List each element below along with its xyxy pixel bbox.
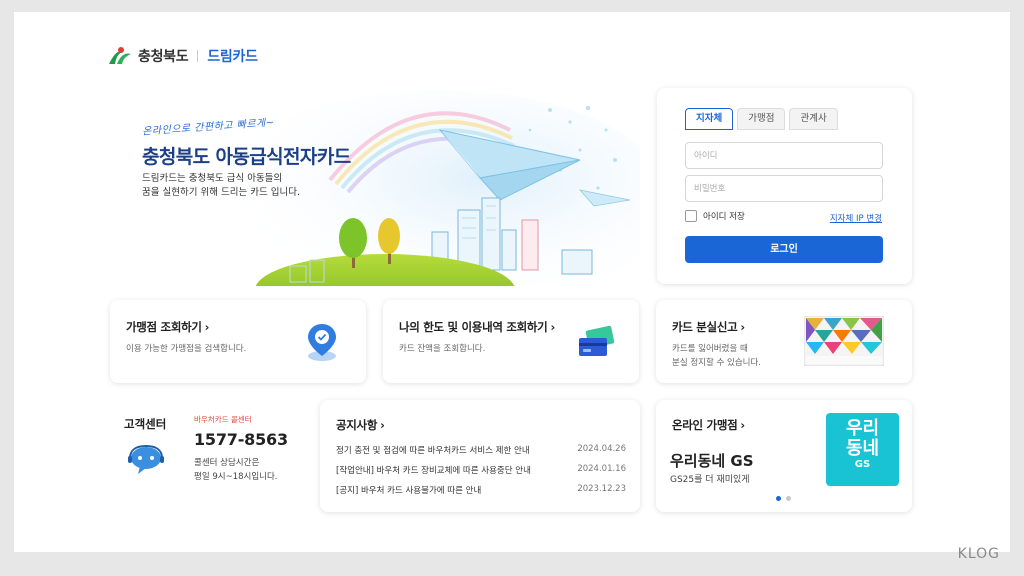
chevron-right-icon: › xyxy=(740,418,745,432)
card-title: 가맹점 조회하기 › xyxy=(126,320,210,334)
call-center-phone[interactable]: 1577-8563 xyxy=(194,430,288,449)
chevron-right-icon: › xyxy=(740,320,745,334)
login-panel: 지자체 가맹점 관계사 아이디 저장 지자체 IP 변경 로그인 xyxy=(657,88,912,284)
notice-item[interactable]: 정기 충전 및 점검에 따른 바우처카드 서비스 제한 안내 2024.04.2… xyxy=(336,444,626,456)
logo-divider xyxy=(197,50,199,62)
notice-item[interactable]: [작업안내] 바우처 카드 장비교체에 따른 사용중단 안내 2024.01.1… xyxy=(336,464,626,476)
change-ip-link[interactable]: 지자체 IP 변경 xyxy=(830,212,882,224)
notice-date: 2023.12.23 xyxy=(577,484,626,494)
notice-date: 2024.01.16 xyxy=(577,464,626,474)
carousel-dots xyxy=(776,496,791,501)
login-tabs: 지자체 가맹점 관계사 xyxy=(685,108,838,130)
card-description: 카드 잔액을 조회합니다. xyxy=(399,344,486,354)
dream-card-image xyxy=(804,316,884,366)
tab-merchant[interactable]: 가맹점 xyxy=(737,108,786,130)
call-center-label: 바우처카드 콜센터 xyxy=(194,415,252,424)
hero-banner: 온라인으로 간편하고 빠르게~ 충청북도 아동급식전자카드 드림카드는 충청북도… xyxy=(110,90,640,286)
login-button[interactable]: 로그인 xyxy=(685,236,883,263)
watermark: KLOG xyxy=(957,546,1000,562)
online-store-card[interactable]: 온라인 가맹점 › 우리동네 GS GS25를 더 재미있게 우리 동네 GS xyxy=(656,400,912,512)
online-store-desc: GS25를 더 재미있게 xyxy=(670,475,750,485)
card-description: 카드를 잃어버렸을 때 분실 정지할 수 있습니다. xyxy=(672,344,762,368)
hero-desc-line: 드림카드는 충청북도 급식 아동들의 xyxy=(142,173,283,184)
hero-description: 드림카드는 충청북도 급식 아동들의 꿈을 실현하기 위해 드리는 카드 입니다… xyxy=(142,172,362,200)
tab-affiliate[interactable]: 관계사 xyxy=(789,108,838,130)
location-pin-icon xyxy=(308,324,336,361)
chevron-right-icon: › xyxy=(204,320,210,334)
password-input[interactable] xyxy=(685,175,883,202)
carousel-dot[interactable] xyxy=(786,496,791,501)
brand-name: 드림카드 xyxy=(207,49,258,65)
site-logo[interactable]: 충청북도 드림카드 xyxy=(108,46,258,66)
gs-logo-badge: 우리 동네 GS xyxy=(826,413,899,486)
notice-date: 2024.04.26 xyxy=(577,444,626,454)
customer-center-title: 고객센터 xyxy=(124,417,167,431)
hero-desc-line: 꿈을 실현하기 위해 드리는 카드 입니다. xyxy=(142,187,300,198)
call-center-hours: 콜센터 상담시간은 평일 9시~18시입니다. xyxy=(194,458,278,482)
tab-local-gov[interactable]: 지자체 xyxy=(685,108,734,130)
lost-card-report-card[interactable]: 카드 분실신고 › 카드를 잃어버렸을 때 분실 정지할 수 있습니다. xyxy=(656,300,912,383)
chevron-right-icon: › xyxy=(550,320,555,334)
store-search-card[interactable]: 가맹점 조회하기 › 이용 가능한 가맹점을 검색합니다. xyxy=(110,300,366,383)
card-description: 이용 가능한 가맹점을 검색합니다. xyxy=(126,344,247,354)
hero-title: 충청북도 아동급식전자카드 xyxy=(142,146,351,168)
region-name: 충청북도 xyxy=(138,49,189,65)
remember-id-label: 아이디 저장 xyxy=(703,212,745,222)
chat-bubble-icon xyxy=(128,444,164,474)
id-input[interactable] xyxy=(685,142,883,169)
chevron-right-icon: › xyxy=(380,418,385,432)
chungbuk-logo-icon xyxy=(109,47,131,64)
online-store-name: 우리동네 GS xyxy=(670,452,754,470)
card-title: 나의 한도 및 이용내역 조회하기 › xyxy=(399,320,555,334)
notice-item[interactable]: [공지] 바우처 카드 사용불가에 따른 안내 2023.12.23 xyxy=(336,484,626,496)
notice-text[interactable]: 정기 충전 및 점검에 따른 바우처카드 서비스 제한 안내 xyxy=(336,444,530,456)
carousel-dot-active[interactable] xyxy=(776,496,781,501)
notice-text[interactable]: [작업안내] 바우처 카드 장비교체에 따른 사용중단 안내 xyxy=(336,464,531,476)
online-store-title: 온라인 가맹점 › xyxy=(672,418,745,432)
credit-cards-icon xyxy=(579,325,615,356)
notice-card: 공지사항 › 정기 충전 및 점검에 따른 바우처카드 서비스 제한 안내 202… xyxy=(320,400,640,512)
notice-text[interactable]: [공지] 바우처 카드 사용불가에 따른 안내 xyxy=(336,484,481,496)
checkbox-box[interactable] xyxy=(685,210,697,222)
limit-usage-card[interactable]: 나의 한도 및 이용내역 조회하기 › 카드 잔액을 조회합니다. xyxy=(383,300,639,383)
notice-title[interactable]: 공지사항 › xyxy=(336,417,385,433)
remember-id-checkbox[interactable]: 아이디 저장 xyxy=(685,210,745,222)
card-title: 카드 분실신고 › xyxy=(672,320,745,334)
